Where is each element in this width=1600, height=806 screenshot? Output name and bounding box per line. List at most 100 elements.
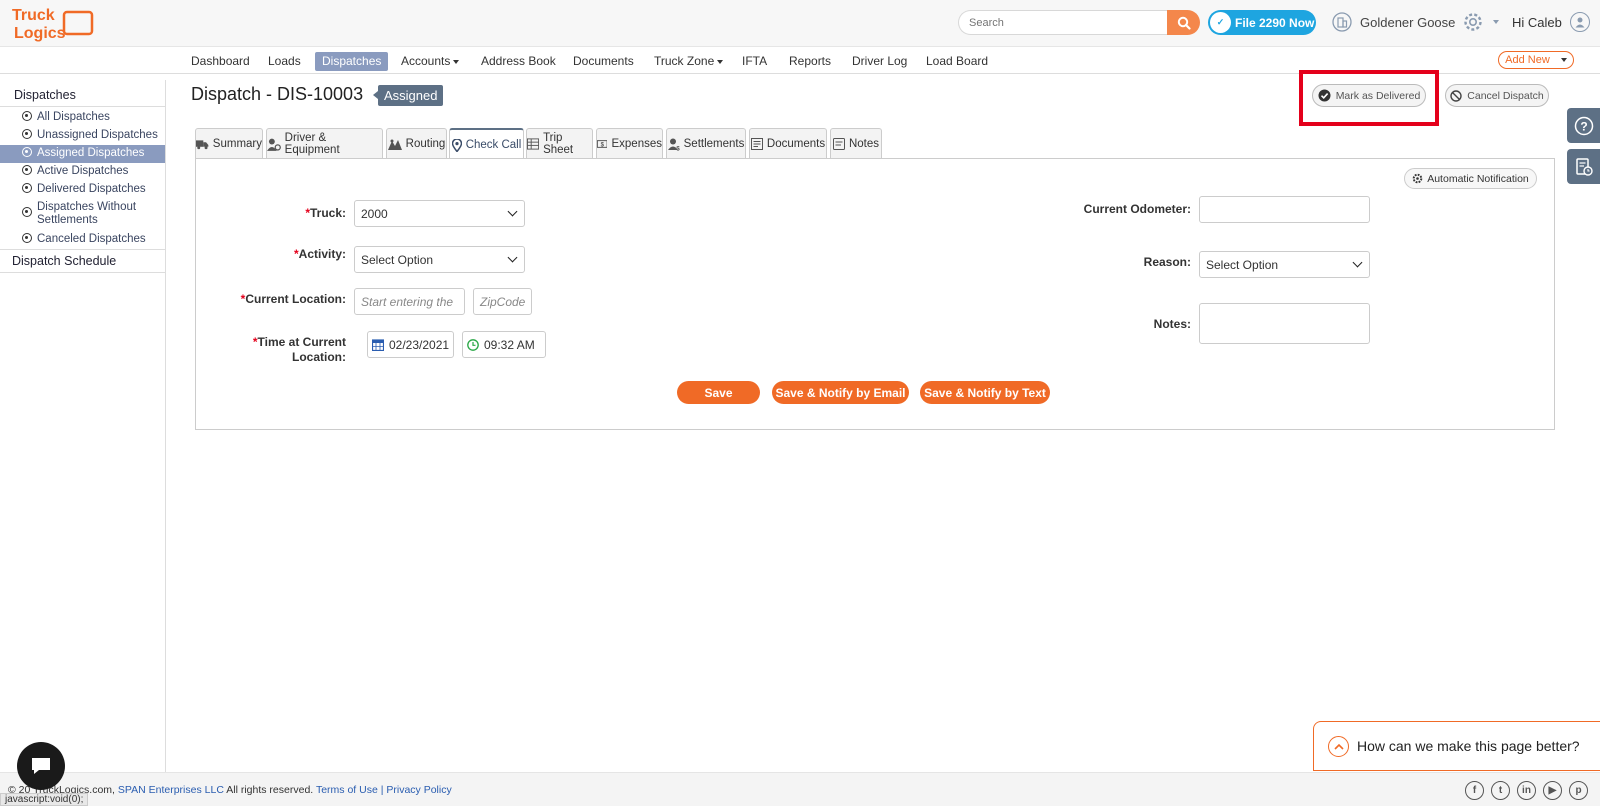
time-input[interactable]: 09:32 AM [462,331,546,358]
file-2290-label: File 2290 Now [1235,15,1315,30]
activity-label: *Activity: [240,247,346,261]
nav-address-book[interactable]: Address Book [474,52,563,71]
circle-dot-icon [22,207,32,217]
pinterest-icon[interactable]: p [1569,781,1588,800]
chevron-down-icon [507,252,518,263]
notes-tab[interactable] [1567,149,1600,184]
tab-expenses[interactable]: $ Expenses [596,128,663,159]
tab-check-call[interactable]: Check Call [449,128,524,160]
sidebar-item-all-dispatches[interactable]: All Dispatches [0,109,165,127]
nav-truck-zone-label: Truck Zone [654,54,715,68]
activity-select[interactable]: Select Option [354,246,525,273]
tab-driver-equipment[interactable]: Driver & Equipment [266,128,383,159]
chevron-up-icon [1328,735,1349,757]
nav-truck-zone[interactable]: Truck Zone [647,52,730,71]
divider [0,249,165,250]
privacy-link[interactable]: Privacy Policy [386,784,451,796]
file-2290-button[interactable]: ✓ File 2290 Now [1208,10,1316,35]
nav-dispatches[interactable]: Dispatches [315,52,389,71]
date-input[interactable]: 02/23/2021 [367,331,454,358]
sidebar-item-delivered-dispatches[interactable]: Delivered Dispatches [0,181,165,199]
search-button[interactable] [1167,10,1200,35]
sidebar-item-dispatch-schedule[interactable]: Dispatch Schedule [12,254,116,268]
current-location-label-text: Current Location: [245,292,346,306]
nav-load-board[interactable]: Load Board [919,52,995,71]
current-location-input[interactable]: Start entering the [354,288,465,315]
footer-rights: All rights reserved. [226,784,314,796]
save-notify-email-button[interactable]: Save & Notify by Email [772,381,909,404]
feedback-widget[interactable]: How can we make this page better? [1313,721,1600,771]
sidebar-heading[interactable]: Dispatches [14,88,76,102]
activity-select-value: Select Option [361,252,434,267]
tab-routing[interactable]: Routing [386,128,447,159]
user-greeting: Hi Caleb [1512,14,1562,30]
truck-icon [196,139,209,149]
time-label-line1: Time at Current [257,335,346,349]
feedback-label: How can we make this page better? [1357,738,1580,754]
nav-accounts-label: Accounts [401,54,451,68]
add-new-label: Add New [1505,54,1550,66]
user-menu[interactable]: Hi Caleb [1512,12,1590,32]
youtube-icon[interactable]: ▶ [1543,781,1562,800]
company-link[interactable]: SPAN Enterprises LLC [118,784,224,796]
chat-button[interactable] [17,742,65,790]
nav-documents[interactable]: Documents [566,52,641,71]
nav-driver-log[interactable]: Driver Log [845,52,914,71]
tab-label: Check Call [465,139,522,151]
search-box [958,10,1200,35]
calendar-icon [372,338,384,351]
sidebar-item-canceled-dispatches[interactable]: Canceled Dispatches [0,231,165,249]
facebook-icon[interactable]: f [1465,781,1484,800]
add-new-button[interactable]: Add New [1498,51,1574,69]
save-notify-text-button[interactable]: Save & Notify by Text [920,381,1050,404]
tab-documents[interactable]: Documents [749,128,827,159]
nav-accounts[interactable]: Accounts [394,52,466,71]
search-input[interactable] [958,10,1168,35]
logo-text-logics: Logics [14,25,66,42]
zipcode-input[interactable]: ZipCode [473,288,532,315]
save-button[interactable]: Save [677,381,760,404]
nav-loads[interactable]: Loads [261,52,308,71]
tab-trip-sheet[interactable]: Trip Sheet [526,128,593,159]
sidebar-item-label: Dispatches Without Settlements [37,201,137,226]
nav-ifta[interactable]: IFTA [735,52,774,71]
footer-separator: | [380,784,384,796]
mark-as-delivered-label: Mark as Delivered [1335,89,1421,102]
tab-settlements[interactable]: $ Settlements [666,128,746,159]
sidebar-item-label: Canceled Dispatches [37,233,146,245]
nav-dashboard[interactable]: Dashboard [184,52,257,71]
cancel-dispatch-button[interactable]: Cancel Dispatch [1445,84,1549,107]
chevron-down-icon [1560,58,1567,62]
chevron-down-icon [453,59,460,64]
linkedin-icon[interactable]: in [1517,781,1536,800]
mark-as-delivered-button[interactable]: Mark as Delivered [1312,84,1426,107]
truck-label: *Truck: [240,206,346,220]
trucklogics-logo[interactable]: Truck Logics [12,4,96,42]
sidebar-item-assigned-dispatches[interactable]: Assigned Dispatches [0,145,165,163]
date-value: 02/23/2021 [389,337,450,352]
company-switcher[interactable]: Goldener Goose [1332,12,1455,32]
gear-icon [1464,13,1482,31]
sidebar-item-active-dispatches[interactable]: Active Dispatches [0,163,165,181]
tab-label: Documents [766,138,826,150]
sidebar-item-dispatches-without-settlements[interactable]: Dispatches Without Settlements [0,199,165,231]
tab-summary[interactable]: Summary [195,128,263,159]
terms-link[interactable]: Terms of Use [316,784,378,796]
status-badge: Assigned [372,85,444,106]
truck-select[interactable]: 2000 [354,200,525,227]
sidebar-item-unassigned-dispatches[interactable]: Unassigned Dispatches [0,127,165,145]
browser-status-bar: javascript:void(0); [0,793,89,806]
cancel-dispatch-label: Cancel Dispatch [1467,89,1544,102]
help-tab[interactable]: ? [1567,108,1600,143]
current-odometer-input[interactable] [1199,196,1370,223]
tab-notes[interactable]: Notes [830,128,882,159]
document-icon [750,138,763,150]
chevron-down-icon [717,59,724,64]
reason-select[interactable]: Select Option [1199,251,1370,278]
twitter-icon[interactable]: t [1491,781,1510,800]
notes-textarea[interactable] [1199,303,1370,344]
automatic-notification-button[interactable]: Automatic Notification [1404,168,1537,189]
clock-icon [467,338,479,351]
settings-menu[interactable] [1462,11,1499,33]
nav-reports[interactable]: Reports [782,52,838,71]
